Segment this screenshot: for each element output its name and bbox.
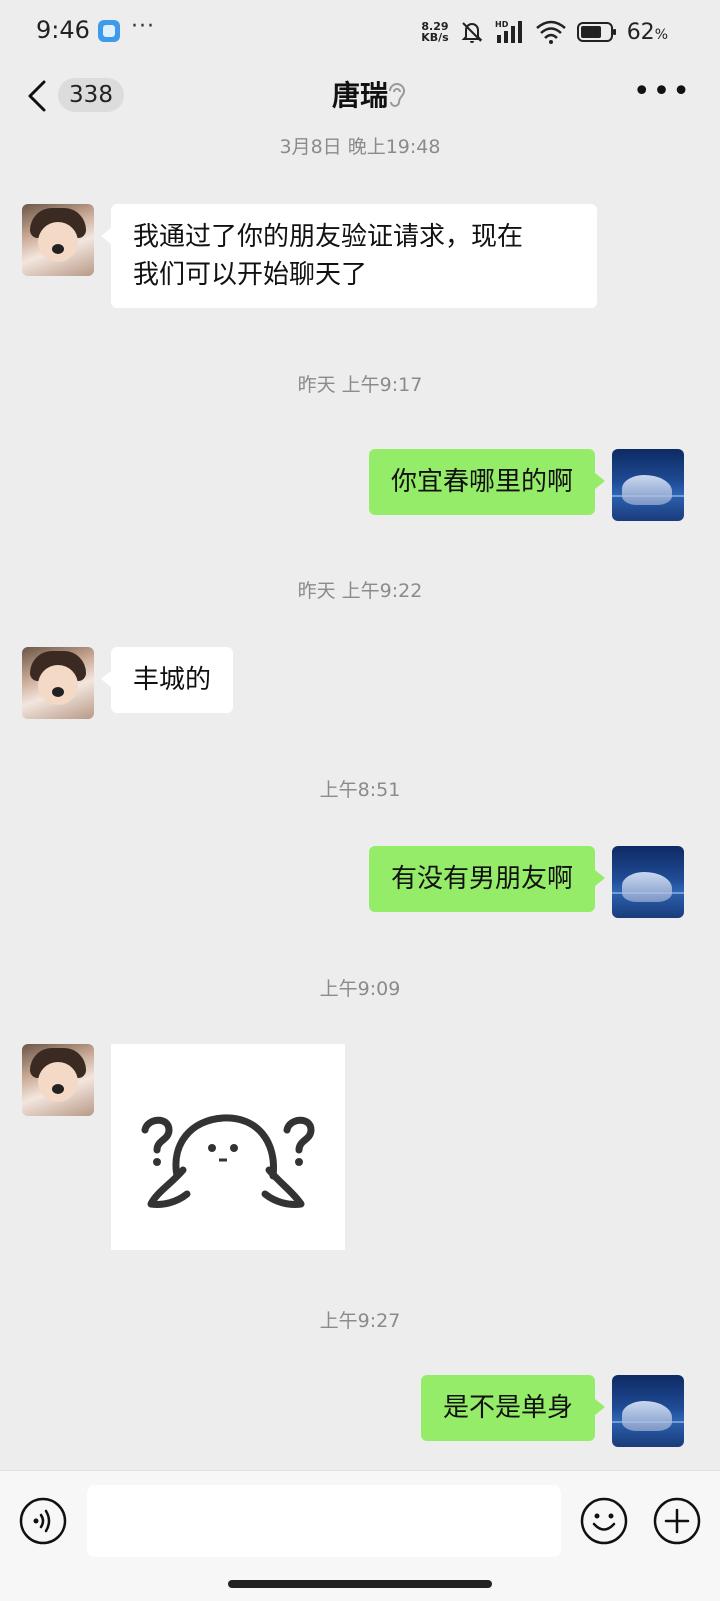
timestamp: 3月8日 晚上19:48 xyxy=(279,136,441,158)
outgoing-message[interactable]: 有没有男朋友啊 xyxy=(368,846,606,912)
ear-icon[interactable] xyxy=(386,80,408,114)
timestamp: 昨天 上午9:17 xyxy=(297,374,423,396)
home-indicator[interactable] xyxy=(228,1580,492,1588)
contact-avatar[interactable] xyxy=(22,647,94,719)
contact-avatar[interactable] xyxy=(22,1044,94,1116)
message-input[interactable] xyxy=(87,1485,561,1557)
more-notifications-icon: ··· xyxy=(131,14,155,39)
my-avatar[interactable] xyxy=(612,1375,684,1447)
timestamp: 上午8:51 xyxy=(319,779,401,801)
plus-icon[interactable] xyxy=(653,1497,701,1545)
outgoing-message[interactable]: 是不是单身 xyxy=(420,1375,606,1441)
emoji-icon[interactable] xyxy=(580,1497,628,1545)
svg-text:HD: HD xyxy=(495,20,509,29)
more-icon[interactable]: ••• xyxy=(633,77,692,107)
timestamp: 上午9:27 xyxy=(319,1310,401,1332)
timestamp: 昨天 上午9:22 xyxy=(297,580,423,602)
my-avatar[interactable] xyxy=(612,846,684,918)
signal-icon: HD xyxy=(495,19,525,45)
timestamp: 上午9:09 xyxy=(319,978,401,1000)
net-speed: 8.29 KB/s xyxy=(421,20,449,44)
outgoing-message[interactable]: 你宜春哪里的啊 xyxy=(368,449,606,515)
my-avatar[interactable] xyxy=(612,449,684,521)
voice-icon[interactable] xyxy=(19,1497,67,1545)
status-time: 9:46 xyxy=(36,16,90,44)
mute-bell-icon xyxy=(459,19,485,45)
app-notification-icon xyxy=(98,20,120,42)
incoming-message[interactable]: 我通过了你的朋友验证请求，现在 我们可以开始聊天了 xyxy=(101,204,597,308)
battery-icon xyxy=(576,21,617,43)
confused-blob-sticker[interactable] xyxy=(111,1044,345,1250)
battery-percent: 62% xyxy=(626,19,668,45)
incoming-message[interactable]: 丰城的 xyxy=(100,647,234,713)
contact-avatar[interactable] xyxy=(22,204,94,276)
wifi-icon xyxy=(535,19,567,45)
contact-name: 唐瑞 xyxy=(331,79,388,112)
status-bar: 9:46 ··· 8.29 KB/s HD 62% xyxy=(0,0,720,64)
chat-header: 338 唐瑞 ••• xyxy=(0,64,720,128)
